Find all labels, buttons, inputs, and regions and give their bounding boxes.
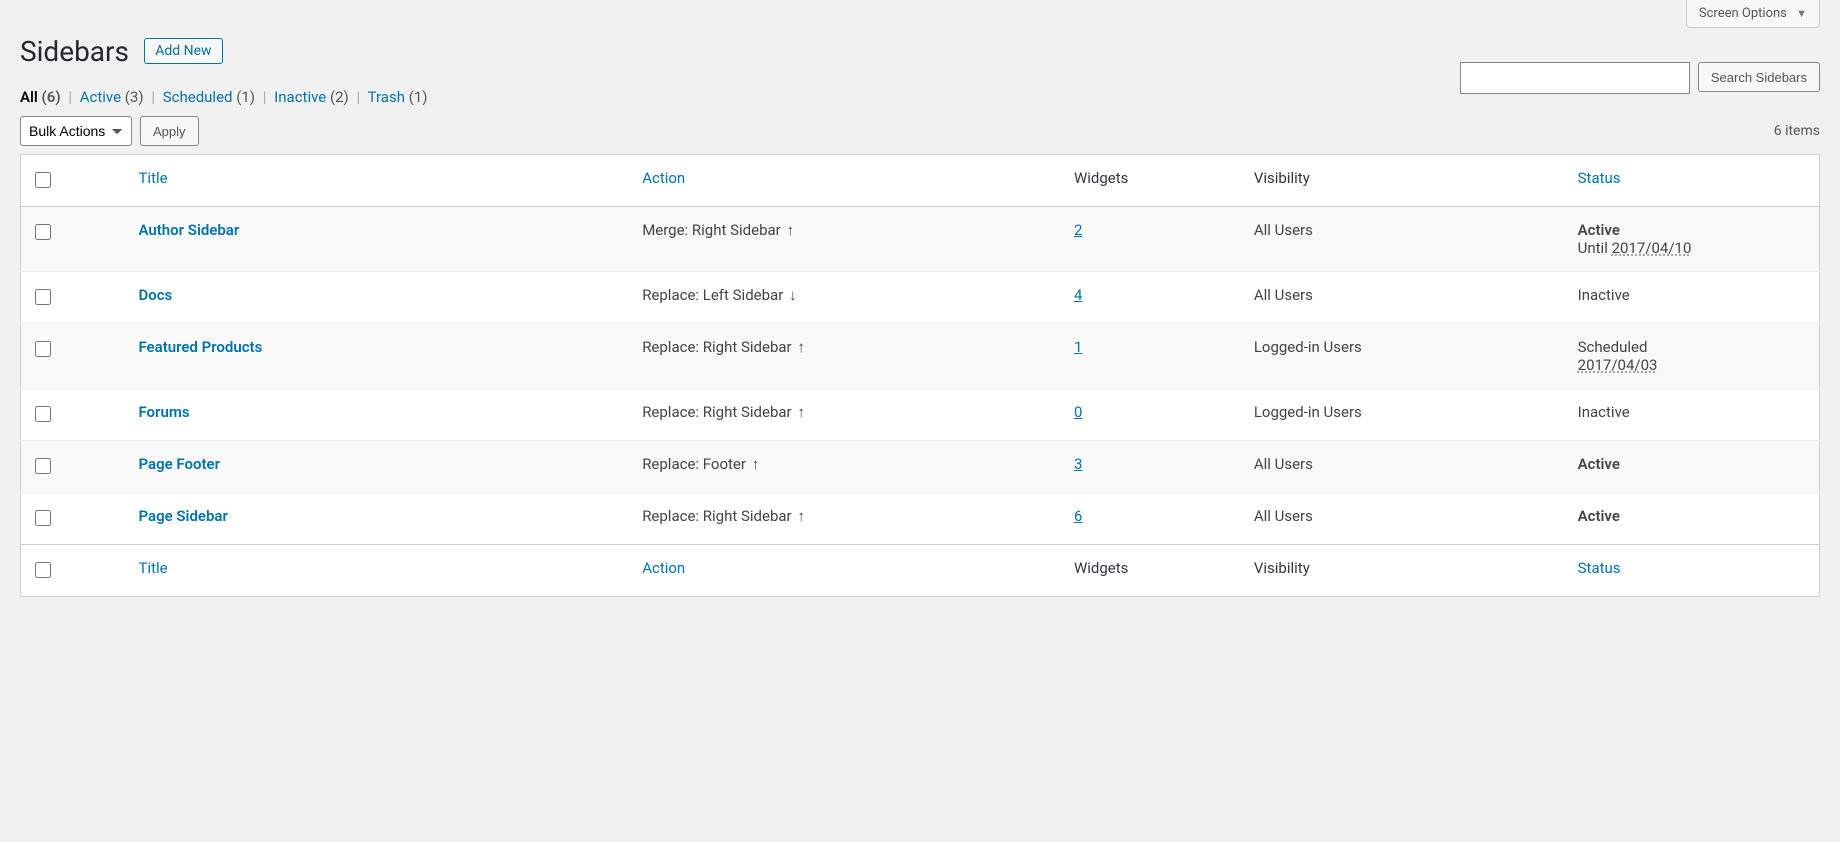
screen-options-label: Screen Options	[1699, 6, 1787, 21]
row-title-link[interactable]: Forums	[138, 403, 189, 421]
row-status-date: 2017/04/10	[1612, 239, 1692, 257]
column-title-footer[interactable]: Title	[128, 545, 632, 597]
sidebars-table: Title Action Widgets Visibility Status A…	[20, 154, 1820, 597]
row-checkbox[interactable]	[35, 341, 51, 357]
search-input[interactable]	[1460, 62, 1690, 94]
row-status: ActiveUntil 2017/04/10	[1568, 207, 1820, 272]
row-title-link[interactable]: Page Sidebar	[138, 507, 227, 525]
arrow-up-icon: ↑	[752, 455, 760, 473]
row-status: Active	[1568, 493, 1820, 545]
chevron-down-icon: ▼	[1796, 7, 1807, 20]
column-action-footer[interactable]: Action	[632, 545, 1064, 597]
search-button[interactable]: Search Sidebars	[1698, 62, 1820, 92]
row-widgets-count[interactable]: 2	[1074, 221, 1082, 239]
row-status: Inactive	[1568, 389, 1820, 441]
table-row: Author Sidebar Merge: Right Sidebar ↑ 2 All…	[21, 207, 1820, 272]
select-all-checkbox-footer[interactable]	[35, 562, 51, 578]
table-row: Forums Replace: Right Sidebar ↑ 0 Logged-in…	[21, 389, 1820, 441]
row-widgets-count[interactable]: 0	[1074, 403, 1082, 421]
row-title-link[interactable]: Author Sidebar	[138, 221, 239, 239]
row-widgets-count[interactable]: 1	[1074, 338, 1082, 356]
items-count: 6 items	[1774, 123, 1820, 139]
row-checkbox[interactable]	[35, 289, 51, 305]
column-action[interactable]: Action	[632, 155, 1064, 207]
row-checkbox[interactable]	[35, 224, 51, 240]
filter-all[interactable]: All (6)	[20, 88, 61, 106]
row-title-link[interactable]: Docs	[138, 286, 172, 304]
column-widgets-footer: Widgets	[1064, 545, 1244, 597]
filter-active[interactable]: Active (3)	[80, 88, 144, 106]
arrow-down-icon: ↓	[789, 286, 797, 304]
table-row: Featured Products Replace: Right Sidebar …	[21, 324, 1820, 389]
row-checkbox[interactable]	[35, 510, 51, 526]
row-visibility: Logged-in Users	[1244, 324, 1568, 389]
arrow-up-icon: ↑	[797, 507, 805, 525]
column-widgets: Widgets	[1064, 155, 1244, 207]
row-action: Replace: Right Sidebar ↑	[642, 403, 805, 421]
row-action: Replace: Footer ↑	[642, 455, 759, 473]
row-visibility: All Users	[1244, 441, 1568, 493]
table-row: Page Footer Replace: Footer ↑ 3 All UsersAc…	[21, 441, 1820, 493]
row-action: Merge: Right Sidebar ↑	[642, 221, 794, 239]
arrow-up-icon: ↑	[797, 338, 805, 356]
column-status[interactable]: Status	[1568, 155, 1820, 207]
column-status-footer[interactable]: Status	[1568, 545, 1820, 597]
row-action: Replace: Right Sidebar ↑	[642, 338, 805, 356]
row-widgets-count[interactable]: 6	[1074, 507, 1082, 525]
filter-trash[interactable]: Trash (1)	[368, 88, 428, 106]
row-visibility: Logged-in Users	[1244, 389, 1568, 441]
row-visibility: All Users	[1244, 207, 1568, 272]
select-all-checkbox[interactable]	[35, 172, 51, 188]
column-title[interactable]: Title	[128, 155, 632, 207]
arrow-up-icon: ↑	[786, 221, 794, 239]
table-row: Page Sidebar Replace: Right Sidebar ↑ 6 All…	[21, 493, 1820, 545]
row-widgets-count[interactable]: 3	[1074, 455, 1082, 473]
row-checkbox[interactable]	[35, 458, 51, 474]
page-title: Sidebars	[20, 34, 129, 70]
row-checkbox[interactable]	[35, 406, 51, 422]
row-visibility: All Users	[1244, 272, 1568, 324]
row-status-date: 2017/04/03	[1578, 356, 1658, 374]
row-action: Replace: Left Sidebar ↓	[642, 286, 796, 304]
add-new-button[interactable]: Add New	[144, 38, 222, 64]
row-status: Inactive	[1568, 272, 1820, 324]
bulk-actions-select[interactable]: Bulk Actions	[20, 116, 132, 146]
row-status: Scheduled2017/04/03	[1568, 324, 1820, 389]
filter-scheduled[interactable]: Scheduled (1)	[163, 88, 255, 106]
column-visibility-footer: Visibility	[1244, 545, 1568, 597]
row-widgets-count[interactable]: 4	[1074, 286, 1082, 304]
row-visibility: All Users	[1244, 493, 1568, 545]
column-visibility: Visibility	[1244, 155, 1568, 207]
filter-inactive[interactable]: Inactive (2)	[274, 88, 349, 106]
row-title-link[interactable]: Page Footer	[138, 455, 220, 473]
row-status: Active	[1568, 441, 1820, 493]
screen-options-toggle[interactable]: Screen Options ▼	[1686, 0, 1820, 28]
apply-button[interactable]: Apply	[140, 116, 199, 146]
arrow-up-icon: ↑	[797, 403, 805, 421]
table-row: Docs Replace: Left Sidebar ↓ 4 All UsersIna…	[21, 272, 1820, 324]
row-title-link[interactable]: Featured Products	[138, 338, 262, 356]
row-action: Replace: Right Sidebar ↑	[642, 507, 805, 525]
